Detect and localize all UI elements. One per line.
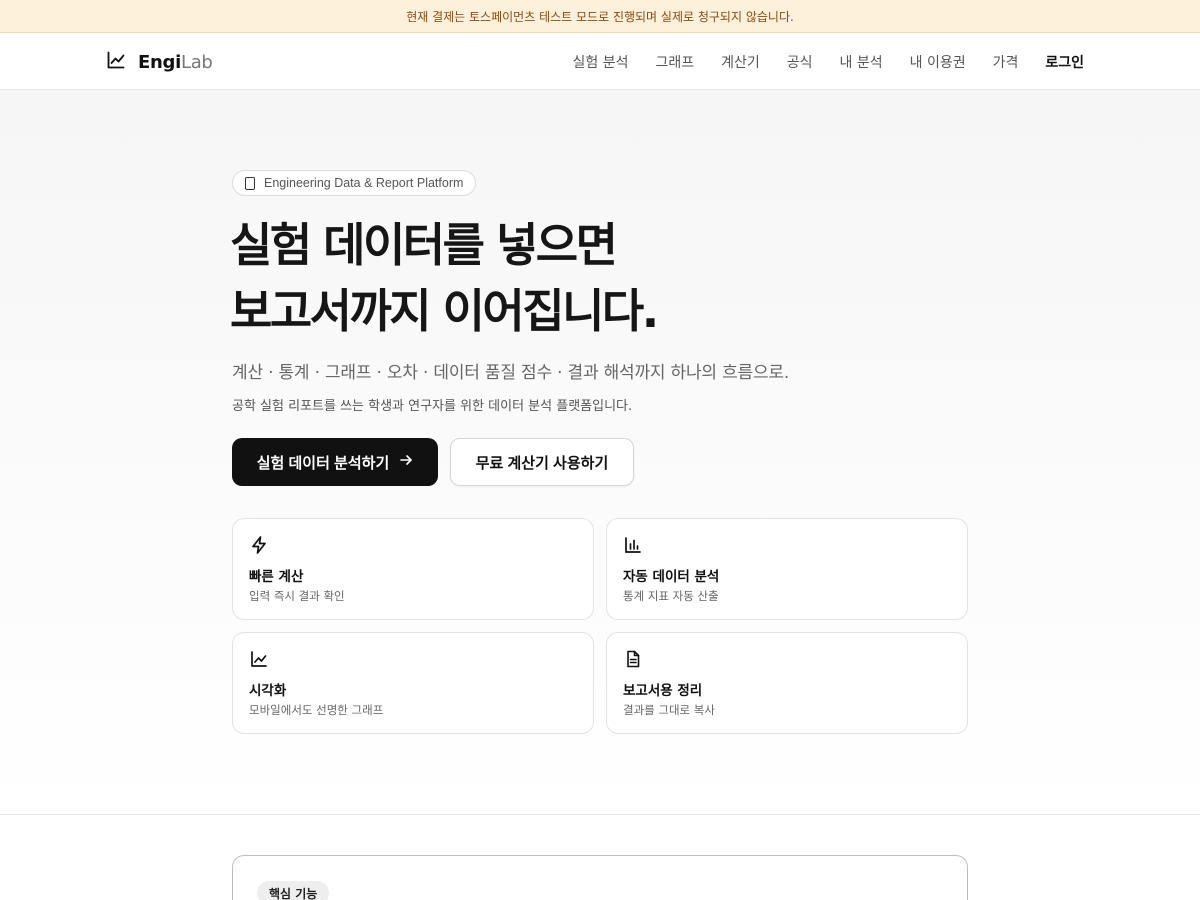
feature-card-auto-analysis[interactable]: 자동 데이터 분석 통계 지표 자동 산출 bbox=[606, 518, 968, 620]
core-features-panel: 핵심 기능 bbox=[232, 855, 968, 900]
nav-item-calculator[interactable]: 계산기 bbox=[721, 52, 760, 72]
arrow-right-icon bbox=[399, 453, 413, 471]
nav-item-my-pass[interactable]: 내 이용권 bbox=[910, 52, 966, 72]
hero-title-line1: 실험 데이터를 넣으면 bbox=[230, 218, 618, 272]
test-mode-banner: 현재 결제는 토스페이먼츠 테스트 모드로 진행되며 실제로 청구되지 않습니다… bbox=[0, 0, 1200, 33]
site-header: EngiLab 실험 분석 그래프 계산기 공식 내 분석 내 이용권 가격 로… bbox=[0, 33, 1200, 90]
feature-card-visualization[interactable]: 시각화 모바일에서도 선명한 그래프 bbox=[232, 632, 594, 734]
platform-pill: Engineering Data & Report Platform bbox=[232, 170, 477, 196]
hero-title: 실험 데이터를 넣으면 보고서까지 이어집니다. bbox=[230, 212, 930, 344]
hero-section: Engineering Data & Report Platform 실험 데이… bbox=[0, 90, 1200, 815]
banner-text: 현재 결제는 토스페이먼츠 테스트 모드로 진행되며 실제로 청구되지 않습니다… bbox=[406, 9, 794, 24]
feature-card-fast-calc[interactable]: 빠른 계산 입력 즉시 결과 확인 bbox=[232, 518, 594, 620]
nav-item-pricing[interactable]: 가격 bbox=[993, 52, 1019, 72]
nav-item-my-analysis[interactable]: 내 분석 bbox=[840, 52, 883, 72]
pill-label: Engineering Data & Report Platform bbox=[264, 176, 464, 190]
feature-card-title: 시각화 bbox=[249, 683, 287, 699]
device-icon bbox=[245, 176, 255, 190]
nav-item-login[interactable]: 로그인 bbox=[1045, 52, 1084, 72]
free-calculator-button[interactable]: 무료 계산기 사용하기 bbox=[450, 438, 634, 486]
nav-item-formulas[interactable]: 공식 bbox=[787, 52, 813, 72]
feature-card-desc: 입력 즉시 결과 확인 bbox=[249, 589, 345, 603]
feature-card-title: 보고서용 정리 bbox=[623, 683, 703, 699]
logo[interactable]: EngiLab bbox=[106, 50, 213, 74]
analyze-data-button[interactable]: 실험 데이터 분석하기 bbox=[232, 438, 438, 486]
bar-chart-icon bbox=[623, 535, 643, 555]
feature-card-report[interactable]: 보고서용 정리 결과를 그대로 복사 bbox=[606, 632, 968, 734]
feature-card-desc: 결과를 그대로 복사 bbox=[623, 703, 715, 717]
line-chart-icon bbox=[249, 649, 269, 669]
hero-description: 공학 실험 리포트를 쓰는 학생과 연구자를 위한 데이터 분석 플랫폼입니다. bbox=[232, 399, 633, 414]
nav-item-graph[interactable]: 그래프 bbox=[655, 52, 694, 72]
lightning-icon bbox=[249, 535, 269, 555]
hero-subtitle: 계산 · 통계 · 그래프 · 오차 · 데이터 품질 점수 · 결과 해석까지… bbox=[232, 363, 790, 383]
nav-item-experiment-analysis[interactable]: 실험 분석 bbox=[572, 52, 628, 72]
logo-light: Lab bbox=[180, 51, 213, 73]
logo-bold: Engi bbox=[138, 51, 181, 73]
main-nav: 실험 분석 그래프 계산기 공식 내 분석 내 이용권 가격 로그인 bbox=[572, 33, 1084, 90]
line-chart-icon bbox=[106, 50, 126, 74]
core-features-badge: 핵심 기능 bbox=[257, 881, 330, 900]
feature-card-desc: 통계 지표 자동 산출 bbox=[623, 589, 719, 603]
feature-card-title: 자동 데이터 분석 bbox=[623, 569, 720, 585]
logo-text: EngiLab bbox=[138, 52, 213, 73]
feature-card-desc: 모바일에서도 선명한 그래프 bbox=[249, 703, 384, 717]
hero-title-line2: 보고서까지 이어집니다. bbox=[230, 284, 659, 338]
free-calculator-button-label: 무료 계산기 사용하기 bbox=[475, 454, 609, 472]
feature-card-title: 빠른 계산 bbox=[249, 569, 304, 585]
document-icon bbox=[623, 649, 643, 669]
analyze-data-button-label: 실험 데이터 분석하기 bbox=[256, 454, 390, 472]
